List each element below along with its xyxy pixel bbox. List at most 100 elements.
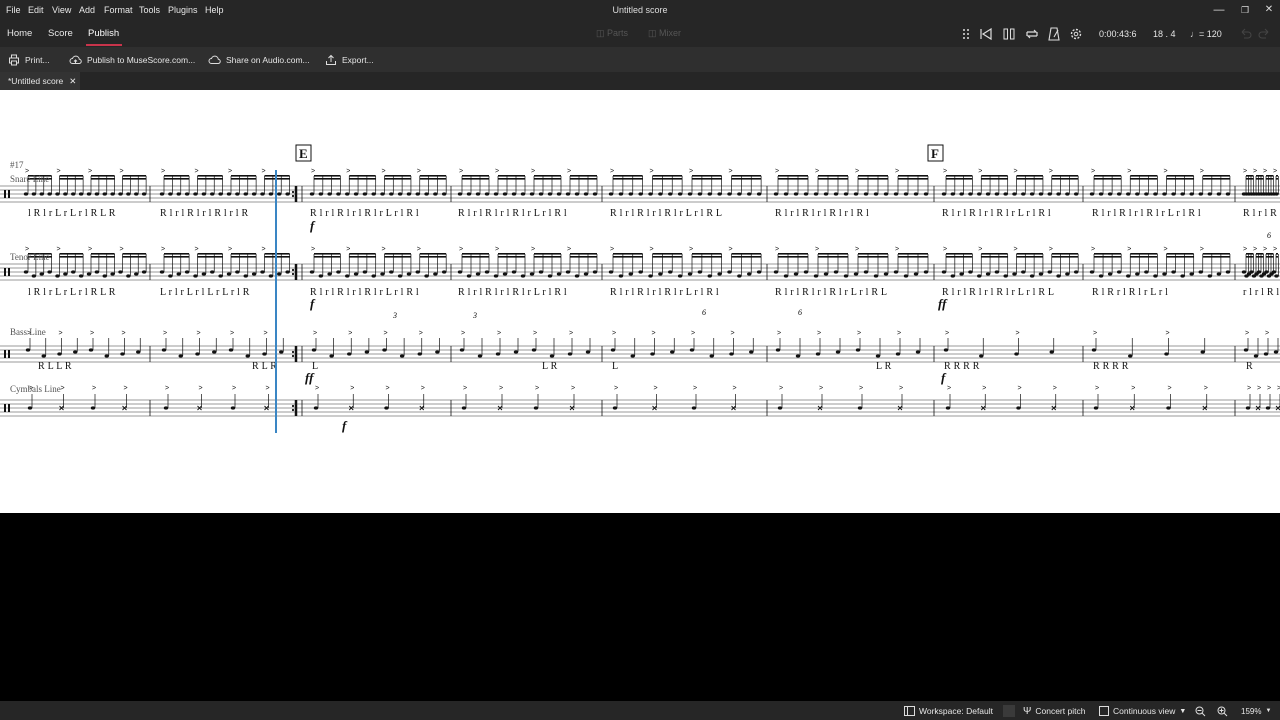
minimize-button[interactable]: —	[1210, 2, 1228, 18]
document-tab-bar: *Untitled score ✕	[0, 72, 1280, 90]
beam	[1202, 175, 1230, 177]
accent-mark: >	[815, 168, 819, 175]
loop-icon[interactable]	[1024, 26, 1040, 42]
measure-number: #17	[10, 160, 24, 170]
beam	[498, 178, 525, 180]
note-head	[1029, 192, 1035, 196]
note-head	[1065, 192, 1070, 196]
metronome-icon[interactable]	[1046, 26, 1062, 42]
concert-pitch-toggle[interactable]: Ψ Concert pitch	[1003, 705, 1085, 717]
note-head	[903, 192, 909, 196]
accent-mark: >	[1168, 385, 1172, 392]
note-head	[592, 192, 598, 196]
note-head	[815, 352, 821, 356]
parts-button[interactable]: ◫ Parts	[596, 28, 628, 39]
drag-handle-icon[interactable]	[960, 26, 976, 42]
zoom-level-dropdown[interactable]: 159% ▼	[1241, 705, 1271, 717]
note-head	[1198, 270, 1203, 274]
close-tab-icon[interactable]: ✕	[69, 76, 76, 87]
accent-mark: >	[729, 246, 733, 253]
sticking-text: R l r l R l r l R l r L r l R l	[942, 208, 1051, 219]
note-head	[977, 274, 982, 278]
redo-icon[interactable]	[1258, 26, 1274, 42]
tab-publish[interactable]: Publish	[88, 28, 119, 39]
tuplet-number: 6	[702, 308, 706, 317]
note-head	[813, 192, 819, 196]
percussion-clef	[4, 404, 6, 412]
beam	[91, 256, 115, 258]
accent-mark: >	[1267, 385, 1271, 392]
workspace-selector[interactable]: Workspace: Default	[904, 705, 993, 717]
view-mode-dropdown[interactable]: Continuous view ▼	[1099, 705, 1186, 717]
play-pause-icon[interactable]	[1001, 26, 1017, 42]
note-head	[415, 270, 420, 274]
maximize-button[interactable]: ❐	[1236, 2, 1254, 18]
note-head	[1256, 270, 1262, 274]
export-button[interactable]: Export...	[325, 52, 374, 68]
accent-mark: >	[1245, 330, 1249, 337]
note-head	[677, 274, 683, 278]
dynamic-marking: f	[941, 370, 947, 385]
beam	[197, 253, 223, 255]
note-head	[309, 270, 315, 274]
playback-settings-gear-icon[interactable]	[1068, 26, 1084, 42]
note-head	[102, 274, 107, 278]
dynamic-marking: f	[342, 418, 348, 433]
note-head	[803, 270, 809, 274]
note-head	[565, 270, 571, 274]
accent-mark: >	[1053, 385, 1057, 392]
score-canvas[interactable]: #17 > > > > > > > > > > > > > > > > > > > > > > > > > > > > > > > > > > > >…	[0, 90, 1280, 513]
accent-mark: >	[1166, 330, 1170, 337]
accent-mark: >	[733, 385, 737, 392]
note-head	[648, 192, 653, 196]
note-head	[556, 272, 562, 276]
note-head	[417, 352, 422, 356]
accent-mark: >	[497, 330, 501, 337]
publish-musescore-button[interactable]: Publish to MuseScore.com...	[69, 52, 195, 68]
close-button[interactable]: ✕	[1260, 2, 1278, 18]
note-head	[1089, 192, 1095, 196]
note-head	[184, 192, 190, 196]
undo-icon[interactable]	[1238, 26, 1254, 42]
accent-mark: >	[650, 168, 654, 175]
beam	[498, 175, 525, 177]
accent-mark: >	[346, 168, 350, 175]
concert-pitch-checkbox[interactable]	[1003, 705, 1015, 717]
print-button[interactable]: Print...	[8, 52, 50, 68]
note-head	[717, 192, 722, 196]
percussion-clef	[4, 190, 6, 198]
rewind-icon[interactable]	[978, 26, 994, 42]
note-head	[78, 274, 84, 278]
dynamic-marking: ff	[938, 296, 948, 311]
zoom-in-button[interactable]	[1217, 705, 1228, 717]
accent-mark: >	[59, 330, 63, 337]
note-head	[364, 350, 370, 354]
zoom-out-button[interactable]	[1195, 705, 1206, 717]
document-tab[interactable]: *Untitled score ✕	[0, 72, 80, 90]
note-head	[353, 272, 359, 276]
accent-mark: >	[729, 168, 733, 175]
note-head	[857, 406, 863, 410]
note-head	[1243, 348, 1249, 352]
mixer-button[interactable]: ◫ Mixer	[648, 28, 681, 39]
export-icon	[326, 54, 336, 65]
accent-mark: >	[689, 246, 693, 253]
beam	[1276, 178, 1278, 180]
note-head	[549, 354, 555, 358]
note-head	[86, 192, 92, 196]
beam	[384, 178, 411, 180]
beam	[1130, 253, 1158, 255]
note-head	[1012, 192, 1017, 196]
note-head	[461, 406, 467, 410]
share-audio-button[interactable]: Share on Audio.com...	[208, 52, 310, 68]
note-head	[424, 192, 429, 196]
beam	[858, 175, 888, 177]
tab-home[interactable]: Home	[7, 28, 32, 39]
publish-musescore-label: Publish to MuseScore.com...	[87, 55, 196, 65]
tab-score[interactable]: Score	[48, 28, 73, 39]
note-head	[968, 192, 973, 196]
note-head	[277, 192, 282, 196]
beam	[981, 256, 1008, 258]
accent-mark: >	[313, 330, 317, 337]
beam	[946, 253, 973, 255]
